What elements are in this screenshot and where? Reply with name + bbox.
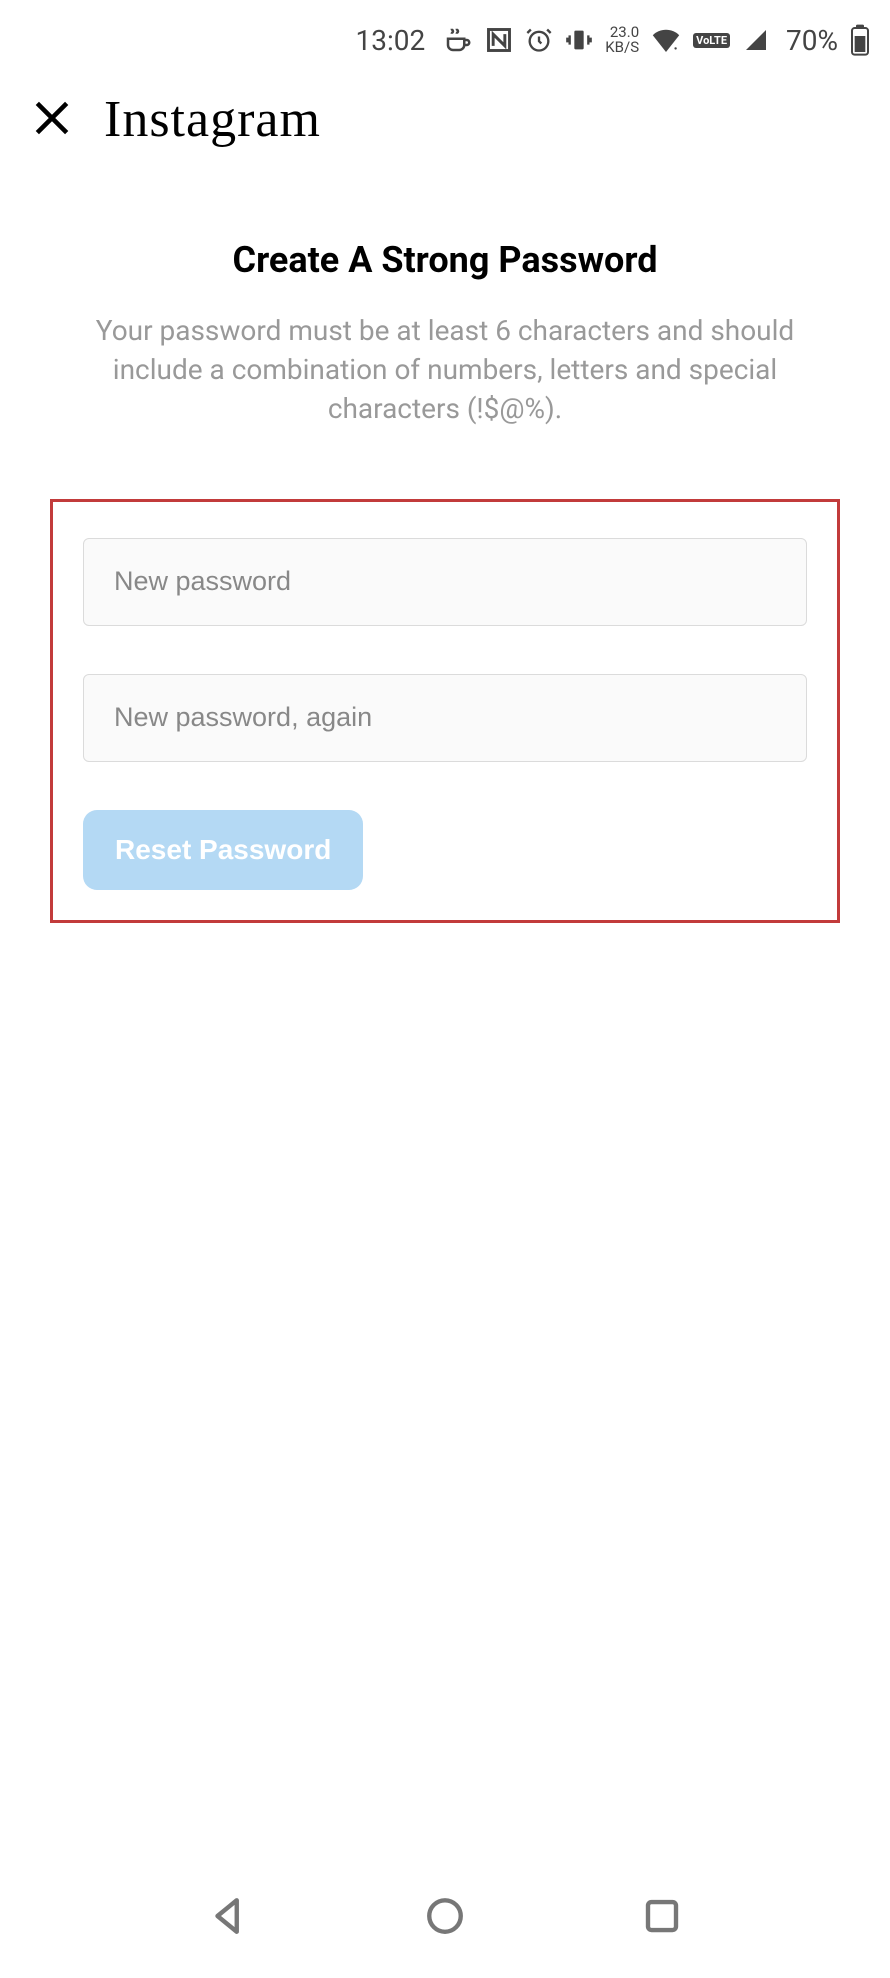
battery-icon xyxy=(850,24,870,56)
data-rate: 23.0 KB/S xyxy=(605,25,639,55)
volte-badge: VoLTE xyxy=(693,33,730,48)
password-form-area: Reset Password xyxy=(50,499,840,923)
status-bar: 13:02 23.0 KB/S VoLT xyxy=(0,0,890,70)
nfc-icon xyxy=(485,26,513,54)
android-nav-bar xyxy=(0,1858,890,1978)
home-icon[interactable] xyxy=(424,1895,466,1941)
app-header: Instagram xyxy=(0,70,890,169)
new-password-input[interactable] xyxy=(83,538,807,626)
back-icon[interactable] xyxy=(207,1895,249,1941)
main-content: Create A Strong Password Your password m… xyxy=(0,169,890,429)
page-title: Create A Strong Password xyxy=(50,239,840,281)
close-icon[interactable] xyxy=(30,96,74,144)
signal-icon xyxy=(742,28,770,52)
vibrate-icon xyxy=(565,26,593,54)
coffee-icon xyxy=(443,25,473,55)
confirm-password-input[interactable] xyxy=(83,674,807,762)
recents-icon[interactable] xyxy=(641,1895,683,1941)
page-subtitle: Your password must be at least 6 charact… xyxy=(95,311,795,429)
battery-percent: 70% xyxy=(786,24,838,57)
status-time: 13:02 xyxy=(356,24,426,57)
alarm-icon xyxy=(525,26,553,54)
app-logo: Instagram xyxy=(104,90,321,149)
wifi-icon xyxy=(651,28,681,52)
reset-password-button[interactable]: Reset Password xyxy=(83,810,363,890)
